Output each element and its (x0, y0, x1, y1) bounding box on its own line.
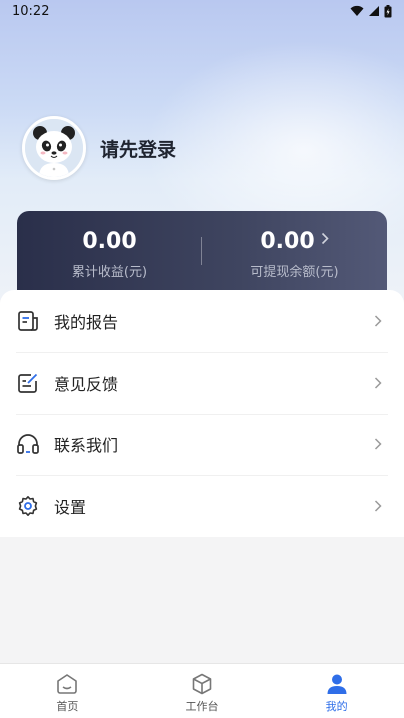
feedback-icon (16, 371, 40, 395)
chevron-right-icon (374, 438, 382, 450)
withdrawable-balance-value: 0.00 (260, 229, 315, 254)
headset-icon (16, 432, 40, 456)
wifi-icon (350, 5, 364, 16)
menu-item-my-report[interactable]: 我的报告 (0, 290, 404, 352)
tab-mine[interactable]: 我的 (269, 664, 404, 718)
menu-label-contact-us: 联系我们 (54, 436, 119, 456)
menu-list: 我的报告 意见反馈 联系我们 设置 (0, 290, 404, 537)
menu-item-contact-us[interactable]: 联系我们 (0, 413, 404, 476)
menu-item-feedback[interactable]: 意见反馈 (0, 351, 404, 414)
home-icon (57, 674, 78, 694)
report-icon (16, 309, 40, 333)
chevron-right-icon (374, 377, 382, 389)
avatar[interactable] (22, 116, 86, 180)
login-prompt[interactable]: 请先登录 (100, 135, 176, 162)
chevron-right-icon (374, 315, 382, 327)
menu-item-settings[interactable]: 设置 (0, 475, 404, 537)
cumulative-income-value: 0.00 (82, 229, 137, 254)
battery-icon (384, 4, 392, 17)
chevron-right-icon (374, 500, 382, 512)
user-icon (327, 674, 347, 694)
tab-label-mine: 我的 (325, 700, 348, 713)
profile-section[interactable]: 请先登录 (22, 116, 176, 180)
chevron-right-icon (321, 232, 329, 245)
bottom-tab-bar: 首页 工作台 我的 (0, 663, 404, 718)
cube-icon (192, 673, 212, 695)
tab-label-home: 首页 (56, 700, 79, 713)
status-icons (350, 4, 392, 18)
tab-home[interactable]: 首页 (0, 664, 135, 718)
tab-workbench[interactable]: 工作台 (135, 664, 270, 718)
menu-label-feedback: 意见反馈 (54, 374, 119, 394)
tab-label-workbench: 工作台 (185, 700, 219, 713)
status-time: 10:22 (12, 3, 50, 19)
cumulative-income-stat: 0.00 累计收益(元) (17, 229, 202, 280)
signal-icon (369, 6, 379, 16)
withdrawable-balance-label: 可提现余额(元) (250, 265, 339, 280)
settings-icon (16, 494, 40, 518)
menu-label-my-report: 我的报告 (54, 312, 119, 332)
cumulative-income-label: 累计收益(元) (71, 265, 148, 280)
withdrawable-balance-stat[interactable]: 0.00 可提现余额(元) (202, 229, 387, 280)
status-bar: 10:22 (0, 0, 404, 22)
panda-avatar-icon (25, 119, 83, 177)
withdrawable-balance-row: 0.00 (202, 229, 387, 255)
menu-label-settings: 设置 (54, 498, 87, 518)
